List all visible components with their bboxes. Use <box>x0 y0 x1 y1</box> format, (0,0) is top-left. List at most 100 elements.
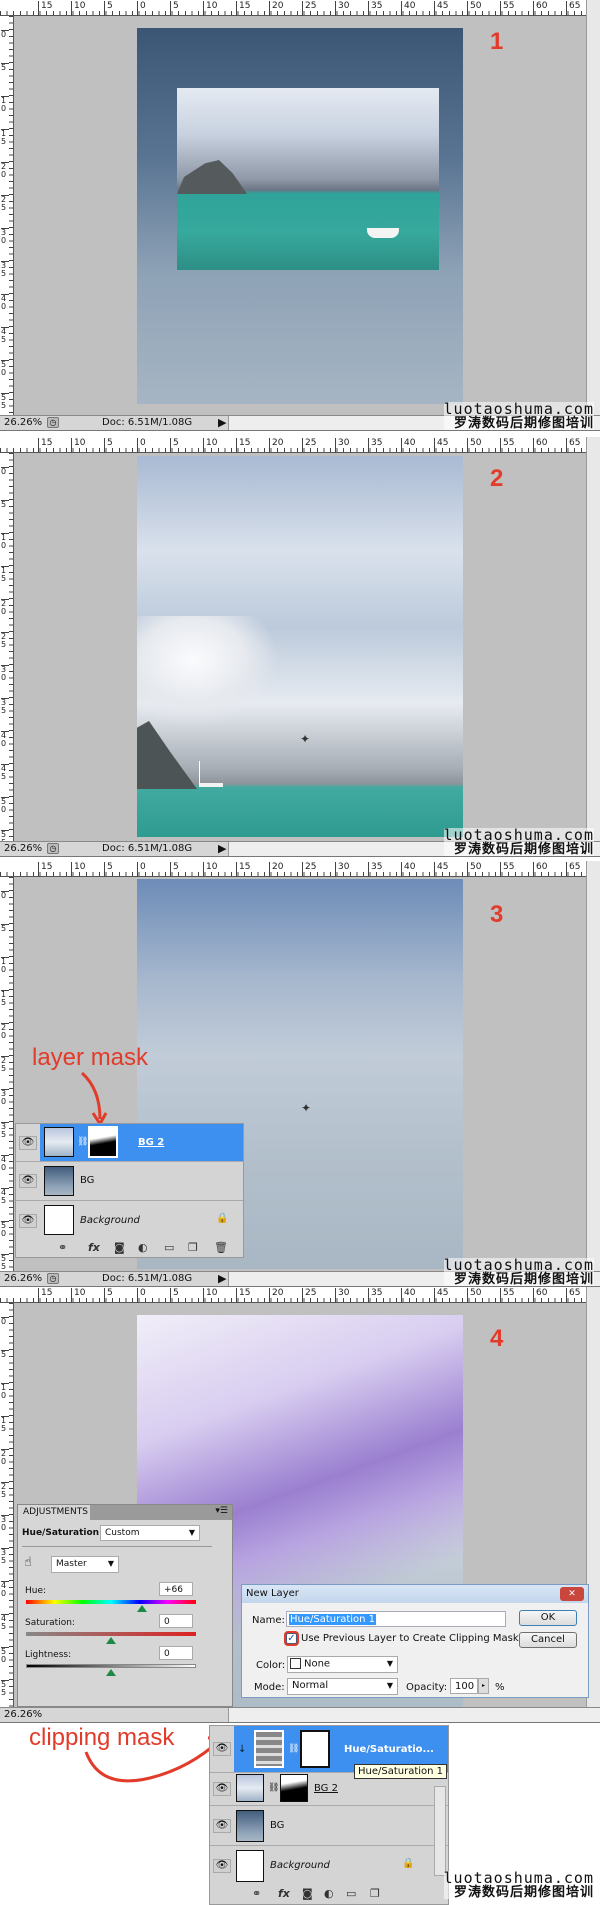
layer-name[interactable]: Background <box>270 1860 330 1871</box>
mask-icon[interactable]: ◙ <box>302 1887 313 1900</box>
eye-icon[interactable]: 👁 <box>19 1214 37 1228</box>
vertical-scrollbar[interactable] <box>586 861 600 1271</box>
opacity-label: Opacity: <box>406 1682 448 1693</box>
new-layer-icon[interactable]: ❐ <box>370 1887 380 1900</box>
link-icon[interactable]: ⚭ <box>58 1241 67 1254</box>
layer-name[interactable]: BG <box>270 1820 284 1831</box>
layers-scrollbar[interactable] <box>434 1786 446 1876</box>
horizontal-ruler[interactable]: 15 10 5 0 5 10 15 20 25 30 35 40 45 50 55 60 65 <box>0 0 586 16</box>
status-menu-icon[interactable]: ◷ <box>47 417 59 428</box>
vertical-ruler[interactable]: 0510152025303540455055 <box>0 16 14 415</box>
folder-icon[interactable]: ▭ <box>346 1887 356 1900</box>
horizontal-ruler[interactable]: 15 10 5 0 5 10 15 20 25 30 35 40 45 50 55 60 65 <box>0 861 586 877</box>
fx-icon[interactable]: fx <box>88 1241 100 1254</box>
zoom-level[interactable]: 26.26% <box>4 417 42 428</box>
vertical-scrollbar[interactable] <box>586 437 600 841</box>
saturation-input[interactable]: 0 <box>159 1614 193 1628</box>
eye-icon[interactable]: 👁 <box>19 1136 37 1150</box>
lightness-input[interactable]: 0 <box>159 1646 193 1660</box>
adjustment-icon[interactable]: ◐ <box>138 1241 148 1254</box>
vertical-ruler[interactable]: 0510152025303540455055 <box>0 877 14 1271</box>
link-icon[interactable]: ⛓ <box>288 1744 299 1754</box>
panel-menu-icon[interactable]: ▾☰ <box>215 1506 228 1516</box>
saturation-slider-track[interactable] <box>26 1632 196 1636</box>
zoom-level[interactable]: 26.26% <box>4 843 42 854</box>
targeted-adjustment-hand-icon[interactable]: ☝ <box>24 1555 32 1570</box>
eye-icon[interactable]: 👁 <box>213 1859 231 1873</box>
color-dropdown[interactable]: None ▼ <box>287 1656 398 1673</box>
name-input[interactable]: Hue/Saturation 1 <box>286 1611 506 1627</box>
horizontal-scrollbar[interactable] <box>228 1708 600 1722</box>
layer-row-background[interactable]: 👁 Background 🔒 <box>210 1846 448 1886</box>
layer-name[interactable]: BG 2 <box>314 1783 338 1794</box>
lightness-slider-track[interactable] <box>26 1664 196 1668</box>
horizontal-ruler[interactable]: 15 10 5 0 5 10 15 20 25 30 35 40 45 50 55 60 65 <box>0 437 586 453</box>
saturation-slider-handle[interactable] <box>106 1637 116 1644</box>
new-layer-icon[interactable]: ❐ <box>188 1241 198 1254</box>
ruler-label: 5 <box>170 1288 179 1303</box>
layer-name[interactable]: Background <box>80 1215 140 1226</box>
horizontal-ruler[interactable]: 15 10 5 0 5 10 15 20 25 30 35 40 45 50 55 60 65 <box>0 1287 586 1303</box>
folder-icon[interactable]: ▭ <box>164 1241 174 1254</box>
play-arrow-icon[interactable]: ▶ <box>218 842 226 855</box>
layer-mask-thumbnail[interactable] <box>300 1730 330 1768</box>
doc-size: Doc: 6.51M/1.08G <box>102 417 193 428</box>
hue-slider-track[interactable] <box>26 1600 196 1604</box>
link-icon[interactable]: ⛓ <box>77 1137 88 1147</box>
eye-icon[interactable]: 👁 <box>213 1782 231 1796</box>
vertical-ruler[interactable]: 0510152025303540455055 <box>0 453 14 847</box>
layers-panel: 👁 ⛓ BG 2 👁 BG 👁 Background 🔒 ⚭ fx ◙ ◐ ▭ … <box>15 1123 244 1258</box>
layer-mask-thumbnail[interactable] <box>88 1126 118 1158</box>
layer-name[interactable]: BG 2 <box>138 1137 164 1148</box>
close-button[interactable]: ✕ <box>560 1587 584 1601</box>
hue-slider-handle[interactable] <box>137 1605 148 1612</box>
clip-checkbox-label[interactable]: Use Previous Layer to Create Clipping Ma… <box>301 1633 519 1644</box>
layer-thumbnail <box>44 1166 74 1196</box>
layer-mask-thumbnail[interactable] <box>280 1774 308 1802</box>
layer-row-background[interactable]: 👁 Background 🔒 <box>16 1201 243 1241</box>
layer-name[interactable]: BG <box>80 1175 94 1186</box>
vertical-scrollbar[interactable] <box>586 0 600 415</box>
adjustments-tab[interactable]: ADJUSTMENTS <box>18 1505 90 1520</box>
zoom-level[interactable]: 26.26% <box>4 1273 42 1284</box>
adjustment-icon[interactable]: ◐ <box>324 1887 334 1900</box>
eye-icon[interactable]: 👁 <box>19 1174 37 1188</box>
mask-icon[interactable]: ◙ <box>114 1241 125 1254</box>
lightness-slider-handle[interactable] <box>106 1669 116 1676</box>
ruler-label: 45 <box>1 764 9 781</box>
ruler-label: 55 <box>500 862 514 877</box>
layer-row-bg2[interactable]: 👁 ⛓ BG 2 <box>16 1124 243 1162</box>
layer-row-bg[interactable]: 👁 BG <box>16 1162 243 1201</box>
hue-input[interactable]: +66 <box>159 1582 193 1596</box>
eye-icon[interactable]: 👁 <box>213 1742 231 1756</box>
link-icon[interactable]: ⚭ <box>252 1887 261 1900</box>
play-arrow-icon[interactable]: ▶ <box>218 1272 226 1285</box>
layer-name[interactable]: Hue/Saturatio... <box>344 1744 434 1755</box>
cancel-button[interactable]: Cancel <box>519 1632 577 1648</box>
trash-icon[interactable]: 🗑 <box>214 1241 228 1254</box>
link-icon[interactable]: ⛓ <box>268 1783 279 1793</box>
step-number: 3 <box>490 901 504 928</box>
ruler-label: 35 <box>1 698 9 715</box>
channel-dropdown[interactable]: Master ▼ <box>51 1556 119 1573</box>
play-arrow-icon[interactable]: ▶ <box>218 416 226 429</box>
vertical-ruler[interactable]: 0510152025303540455055 <box>0 1303 14 1707</box>
zoom-level[interactable]: 26.26% <box>4 1709 42 1720</box>
opacity-stepper[interactable]: ▸ <box>478 1678 489 1694</box>
opacity-input[interactable]: 100 <box>450 1678 478 1694</box>
preset-dropdown[interactable]: Custom ▼ <box>100 1525 200 1541</box>
eye-icon[interactable]: 👁 <box>213 1819 231 1833</box>
layer-row-bg[interactable]: 👁 BG <box>210 1806 448 1846</box>
layer-thumbnail <box>236 1810 264 1842</box>
ruler-label: 50 <box>467 1288 481 1303</box>
ruler-label: 30 <box>1 665 9 682</box>
clip-checkbox[interactable]: ✓ <box>286 1633 297 1644</box>
ruler-label: 50 <box>1 797 9 814</box>
fx-icon[interactable]: fx <box>278 1887 290 1900</box>
status-menu-icon[interactable]: ◷ <box>47 843 59 854</box>
status-menu-icon[interactable]: ◷ <box>47 1273 59 1284</box>
mode-dropdown[interactable]: Normal ▼ <box>287 1678 398 1695</box>
ruler-label: 55 <box>500 1288 514 1303</box>
ok-button[interactable]: OK <box>519 1610 577 1626</box>
ruler-label: 50 <box>467 862 481 877</box>
